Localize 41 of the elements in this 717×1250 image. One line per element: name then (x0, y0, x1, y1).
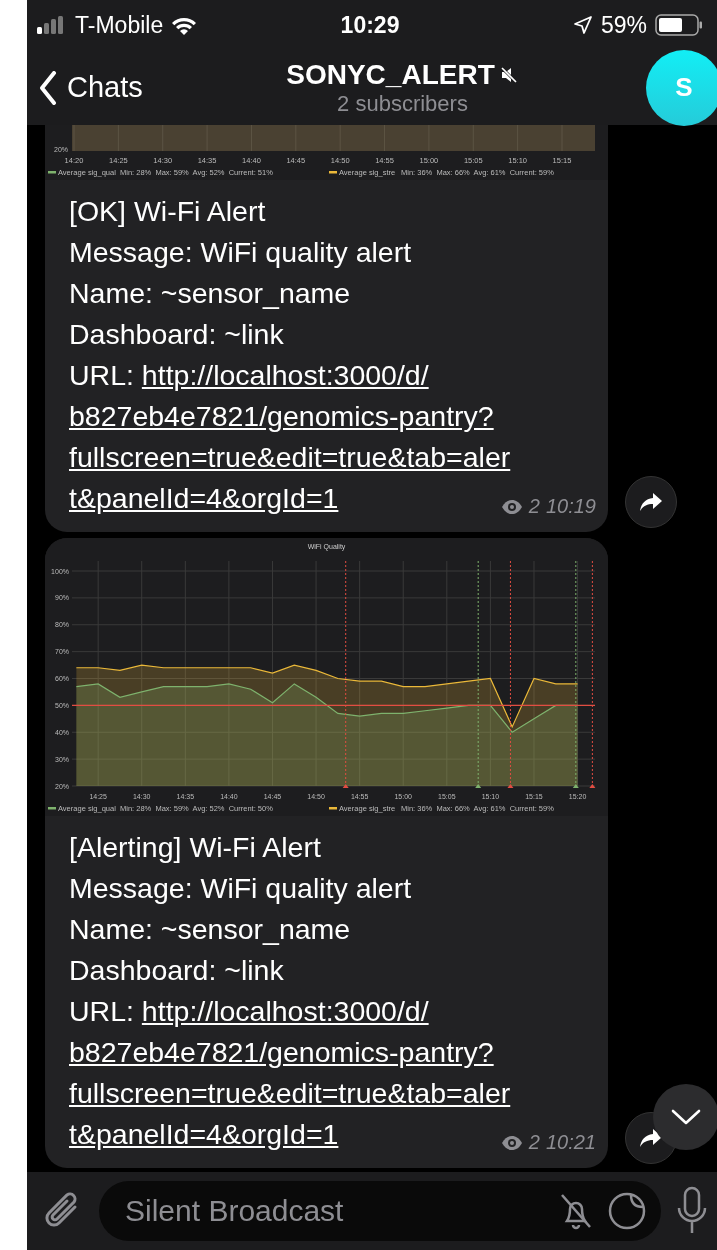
message-line: Dashboard: ~link (69, 953, 285, 988)
subscriber-count: 2 subscribers (337, 90, 468, 117)
view-count: 2 (528, 494, 540, 519)
message-line: [OK] Wi-Fi Alert (69, 194, 267, 229)
message-line: Dashboard: ~link (69, 317, 285, 352)
url-link[interactable]: t&panelId=4&orgId=1 (69, 1114, 339, 1155)
carrier-name: T-Mobile (75, 11, 164, 39)
location-arrow-icon (572, 15, 593, 35)
clock-time: 10:29 (340, 11, 400, 39)
eye-icon (500, 498, 523, 515)
message-line: Name: ~sensor_name (69, 912, 352, 947)
channel-title: SONYC_ALERT (286, 58, 495, 91)
back-button[interactable]: Chats (39, 70, 219, 105)
url-link[interactable]: fullscreen=true&edit=true&tab=aler (69, 441, 511, 473)
message-composer[interactable]: Silent Broadcast (99, 1181, 661, 1241)
url-label: URL: (69, 995, 134, 1027)
battery-icon (655, 14, 703, 36)
chevron-left-icon (39, 70, 57, 105)
message-line: Message: WiFi quality alert (69, 871, 413, 906)
chevron-down-icon (671, 1108, 701, 1126)
message-line: Message: WiFi quality alert (69, 235, 413, 270)
url-link[interactable]: http://localhost:3000/d/ (141, 359, 429, 391)
url-link[interactable]: b827eb4e7821/genomics-pantry? (69, 1036, 494, 1068)
url-link[interactable]: fullscreen=true&edit=true&tab=aler (69, 1077, 511, 1109)
wifi-icon (171, 15, 198, 35)
message-line: [Alerting] Wi-Fi Alert (69, 830, 322, 865)
view-count: 2 (528, 1130, 540, 1155)
share-button[interactable] (625, 476, 677, 528)
url-label: URL: (69, 359, 134, 391)
sticker-icon[interactable] (607, 1191, 647, 1231)
share-arrow-icon (639, 492, 663, 512)
eye-icon (500, 1134, 523, 1151)
url-link[interactable]: b827eb4e7821/genomics-pantry? (69, 400, 494, 432)
url-link[interactable]: t&panelId=4&orgId=1 (69, 478, 339, 519)
message-line: Name: ~sensor_name (69, 276, 352, 311)
microphone-icon[interactable] (677, 1186, 707, 1236)
share-arrow-icon (639, 1128, 663, 1148)
url-link[interactable]: http://localhost:3000/d/ (141, 995, 429, 1027)
message-time: 10:19 (545, 494, 596, 519)
battery-percent: 59% (600, 11, 647, 39)
message-time: 10:21 (545, 1130, 596, 1155)
